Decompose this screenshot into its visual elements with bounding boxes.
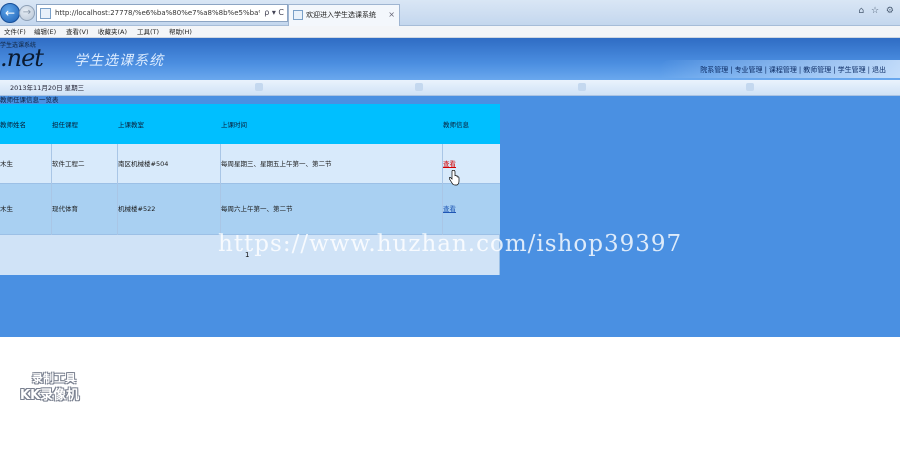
main-content: 教师任课信息一览表 教师姓名 担任课程 上课教室 上课时间 教师信息 木生 软件… (0, 96, 900, 337)
hand-cursor-icon (449, 170, 460, 186)
cell-time: 每周星期三、星期五上午第一、第二节 (221, 160, 332, 168)
column-divider (51, 144, 52, 235)
date-bar: 2013年11月20日 星期三 (0, 80, 900, 96)
column-time: 上课时间 (221, 121, 247, 129)
forward-arrow-icon: → (22, 7, 32, 18)
nav-student[interactable]: 学生管理 (838, 64, 866, 76)
nav-course[interactable]: 课程管理 (769, 64, 797, 76)
column-teacher-name: 教师姓名 (0, 121, 26, 129)
browser-system-icons[interactable]: ⌂ ☆ ⚙ (858, 6, 896, 16)
tab-title: 欢迎进入学生选课系统 (306, 11, 376, 19)
menu-edit[interactable]: 编辑(E) (34, 26, 56, 38)
column-divider (117, 144, 118, 235)
cell-course: 软件工程二 (52, 160, 85, 168)
column-course: 担任课程 (52, 121, 78, 129)
table-row: 木生 现代体育 机械楼#522 每周六上午第一、第二节 查看 (0, 184, 500, 235)
nav-teacher[interactable]: 教师管理 (803, 64, 831, 76)
tab-favicon-icon (293, 10, 303, 20)
cell-course: 现代体育 (52, 205, 78, 213)
bar-arrow-icon (578, 83, 586, 91)
menu-favorites[interactable]: 收藏夹(A) (98, 26, 127, 38)
column-divider (220, 144, 221, 235)
browser-toolbar: ← → http://localhost:27778/%e6%ba%80%e7%… (0, 0, 900, 26)
cell-teacher: 木生 (0, 160, 13, 168)
cell-room: 南区机械楼#504 (118, 160, 169, 168)
list-title: 教师任课信息一览表 (0, 96, 59, 104)
top-navigation: 院系管理 | 专业管理 | 课程管理 | 教师管理 | 学生管理 | 退出 (700, 64, 886, 76)
column-room: 上课教室 (118, 121, 144, 129)
bar-arrow-icon (746, 83, 754, 91)
table-row: 木生 软件工程二 南区机械楼#504 每周星期三、星期五上午第一、第二节 查看 (0, 144, 500, 184)
address-tools[interactable]: ρ ▾ C (264, 7, 284, 19)
cell-teacher: 木生 (0, 205, 13, 213)
site-logo: .net (0, 44, 44, 72)
back-button[interactable]: ← (0, 3, 20, 23)
table-header: 教师姓名 担任课程 上课教室 上课时间 教师信息 (0, 104, 500, 144)
tab-close-icon[interactable]: × (388, 9, 395, 21)
system-title: 学生选课系统 (74, 53, 164, 69)
back-arrow-icon: ← (4, 6, 16, 20)
menu-file[interactable]: 文件(F) (4, 26, 26, 38)
bar-arrow-icon (255, 83, 263, 91)
column-teacher-info: 教师信息 (443, 121, 469, 129)
recorder-brand: KK录像机 (20, 388, 80, 403)
watermark-text: https://www.huzhan.com/ishop39397 (218, 231, 683, 257)
menu-bar: 文件(F) 编辑(E) 查看(V) 收藏夹(A) 工具(T) 帮助(H) (0, 26, 900, 38)
browser-tab[interactable]: 欢迎进入学生选课系统 × (288, 4, 400, 26)
page-favicon-icon (40, 8, 51, 19)
view-button[interactable]: 查看 (443, 159, 456, 169)
browser-window: ← → http://localhost:27778/%e6%ba%80%e7%… (0, 0, 900, 475)
menu-help[interactable]: 帮助(H) (169, 26, 192, 38)
column-divider (442, 144, 443, 235)
nav-major[interactable]: 专业管理 (735, 64, 763, 76)
menu-tools[interactable]: 工具(T) (137, 26, 159, 38)
bar-arrow-icon (415, 83, 423, 91)
site-header: 学生选课系统 .net 学生选课系统 院系管理 | 专业管理 | 课程管理 | 教师管理 | 学… (0, 38, 900, 80)
forward-button[interactable]: → (19, 5, 35, 21)
recorder-label: 录制工具 (32, 372, 76, 385)
menu-view[interactable]: 查看(V) (66, 26, 89, 38)
address-url[interactable]: http://localhost:27778/%e6%ba%80%e7%a8%8… (55, 7, 260, 19)
view-button[interactable]: 查看 (443, 204, 456, 214)
nav-department[interactable]: 院系管理 (700, 64, 728, 76)
current-date: 2013年11月20日 星期三 (10, 84, 85, 92)
recorder-watermark: 录制工具 KK录像机 (20, 372, 100, 408)
address-bar[interactable]: http://localhost:27778/%e6%ba%80%e7%a8%8… (36, 4, 288, 22)
nav-logout[interactable]: 退出 (872, 64, 886, 76)
cell-room: 机械楼#522 (118, 205, 156, 213)
cell-time: 每周六上午第一、第二节 (221, 205, 293, 213)
